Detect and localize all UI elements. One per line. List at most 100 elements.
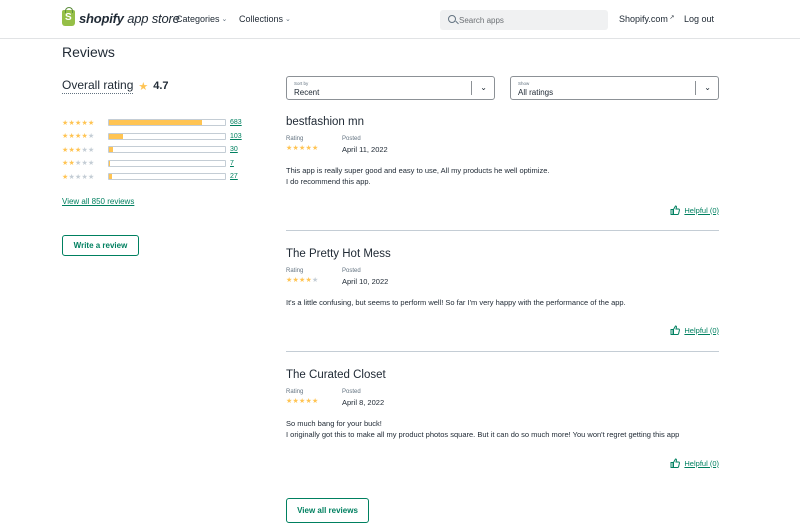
review-date: April 11, 2022 [342, 145, 388, 154]
histogram-bar-fill [109, 147, 114, 153]
shopify-bag-icon: S [62, 7, 75, 26]
chevron-down-icon: ⌄ [221, 16, 228, 23]
review-item: bestfashion mn Rating Posted ★★★★★ April 11,… [286, 116, 719, 215]
page-title: Reviews [62, 44, 115, 60]
review-body: It's a little confusing, but seems to pe… [286, 297, 719, 308]
shopify-com-label: Shopify.com [619, 14, 668, 24]
search-icon [448, 15, 456, 23]
star-icon: ★ [87, 133, 95, 141]
histogram-bar [108, 159, 226, 167]
histogram-row[interactable]: ★★★★★ 27 [62, 170, 242, 184]
logo-text-bold: shopify [79, 10, 124, 26]
sort-by-label: Sort by [294, 81, 309, 86]
logo-text-light: app store [123, 10, 180, 26]
shopify-com-link[interactable]: Shopify.com ↗ [619, 14, 675, 24]
posted-label: Posted [342, 389, 361, 395]
chevron-down-icon: ⌄ [480, 83, 487, 92]
show-ratings-select[interactable]: Show All ratings ⌄ [510, 76, 719, 100]
logout-link[interactable]: Log out [684, 14, 714, 24]
helpful-button[interactable]: Helpful (0) [670, 325, 719, 335]
review-divider [286, 351, 719, 352]
helpful-label: Helpful (0) [684, 458, 719, 468]
overall-rating-value: 4.7 [153, 80, 169, 92]
histogram-bar-fill [109, 120, 202, 126]
rating-label: Rating [286, 389, 304, 395]
shopify-app-store-logo[interactable]: S shopify app store [62, 7, 180, 26]
select-divider [471, 81, 472, 95]
histogram-bar-fill [109, 133, 123, 139]
chevron-down-icon: ⌄ [285, 16, 291, 23]
histogram-bar [108, 132, 226, 140]
histogram-row[interactable]: ★★★★★ 7 [62, 157, 242, 171]
sort-by-value: Recent [294, 88, 320, 97]
chevron-down-icon: ⌄ [704, 83, 711, 92]
nav-categories-label: Categories [176, 14, 220, 24]
histogram-count[interactable]: 30 [230, 146, 238, 153]
review-body: This app is really super good and easy t… [286, 165, 719, 187]
review-body: So much bang for your buck! I originally … [286, 418, 719, 440]
review-date: April 8, 2022 [342, 398, 385, 407]
review-date: April 10, 2022 [342, 277, 389, 286]
review-title: The Curated Closet [286, 369, 386, 381]
review-body-line: I originally got this to make all my pro… [286, 430, 680, 439]
thumbs-up-icon [670, 458, 681, 468]
histogram-stars: ★★★★★ [62, 159, 106, 167]
review-body-line: So much bang for your buck! [286, 419, 382, 428]
posted-label: Posted [342, 268, 361, 274]
star-icon: ★ [311, 277, 319, 284]
review-meta: Rating Posted ★★★★★ April 11, 2022 [286, 136, 719, 160]
view-all-reviews-button[interactable]: View all reviews [286, 498, 369, 523]
histogram-count[interactable]: 7 [230, 160, 234, 167]
helpful-button[interactable]: Helpful (0) [670, 205, 719, 215]
histogram-count[interactable]: 683 [230, 119, 242, 126]
helpful-label: Helpful (0) [684, 205, 719, 215]
histogram-stars: ★★★★★ [62, 173, 106, 181]
external-link-icon: ↗ [667, 15, 675, 21]
review-body-line: It's a little confusing, but seems to pe… [286, 298, 626, 307]
review-stars: ★★★★★ [286, 144, 318, 152]
thumbs-up-icon [670, 205, 681, 215]
star-icon: ★ [87, 146, 95, 154]
histogram-row[interactable]: ★★★★★ 683 [62, 116, 242, 130]
star-icon: ★ [87, 173, 95, 181]
overall-rating: Overall rating ★ 4.7 [62, 78, 169, 94]
logo-text: shopify app store [79, 11, 180, 26]
write-review-button[interactable]: Write a review [62, 235, 139, 256]
search-input[interactable] [459, 10, 604, 30]
star-icon: ★ [311, 398, 319, 405]
histogram-stars: ★★★★★ [62, 132, 106, 140]
show-label: Show [518, 81, 530, 86]
helpful-label: Helpful (0) [684, 325, 719, 335]
review-body-line: This app is really super good and easy t… [286, 166, 550, 175]
histogram-bar [108, 173, 226, 181]
histogram-bar-fill [109, 174, 113, 180]
histogram-bar-fill [109, 160, 111, 166]
search-box[interactable] [440, 10, 608, 30]
helpful-button[interactable]: Helpful (0) [670, 458, 719, 468]
review-item: The Pretty Hot Mess Rating Posted ★★★★★ Apri… [286, 248, 719, 335]
rating-label: Rating [286, 268, 304, 274]
star-icon: ★ [311, 145, 319, 152]
posted-label: Posted [342, 136, 361, 142]
nav-categories[interactable]: Categories ⌄ [176, 14, 227, 24]
review-title: bestfashion mn [286, 116, 364, 128]
nav-collections-label: Collections [239, 14, 284, 24]
sort-by-select[interactable]: Sort by Recent ⌄ [286, 76, 495, 100]
review-body-line: I do recommend this app. [286, 177, 371, 186]
star-icon: ★ [138, 80, 149, 93]
histogram-row[interactable]: ★★★★★ 103 [62, 130, 242, 144]
select-divider [695, 81, 696, 95]
histogram-row[interactable]: ★★★★★ 30 [62, 143, 242, 157]
histogram-count[interactable]: 103 [230, 133, 242, 140]
histogram-bar [108, 146, 226, 154]
rating-label: Rating [286, 136, 304, 142]
view-all-reviews-link[interactable]: View all 850 reviews [62, 197, 134, 206]
histogram-stars: ★★★★★ [62, 119, 106, 127]
histogram-count[interactable]: 27 [230, 173, 238, 180]
review-meta: Rating Posted ★★★★★ April 8, 2022 [286, 389, 719, 413]
show-value: All ratings [518, 88, 554, 97]
review-stars: ★★★★★ [286, 397, 318, 405]
rating-histogram: ★★★★★ 683 ★★★★★ 103 ★★★★★ 30 ★★★★★ 7 ★★★★★ 27 [62, 116, 242, 184]
review-divider [286, 230, 719, 231]
nav-collections[interactable]: Collections ⌄ [239, 14, 291, 24]
